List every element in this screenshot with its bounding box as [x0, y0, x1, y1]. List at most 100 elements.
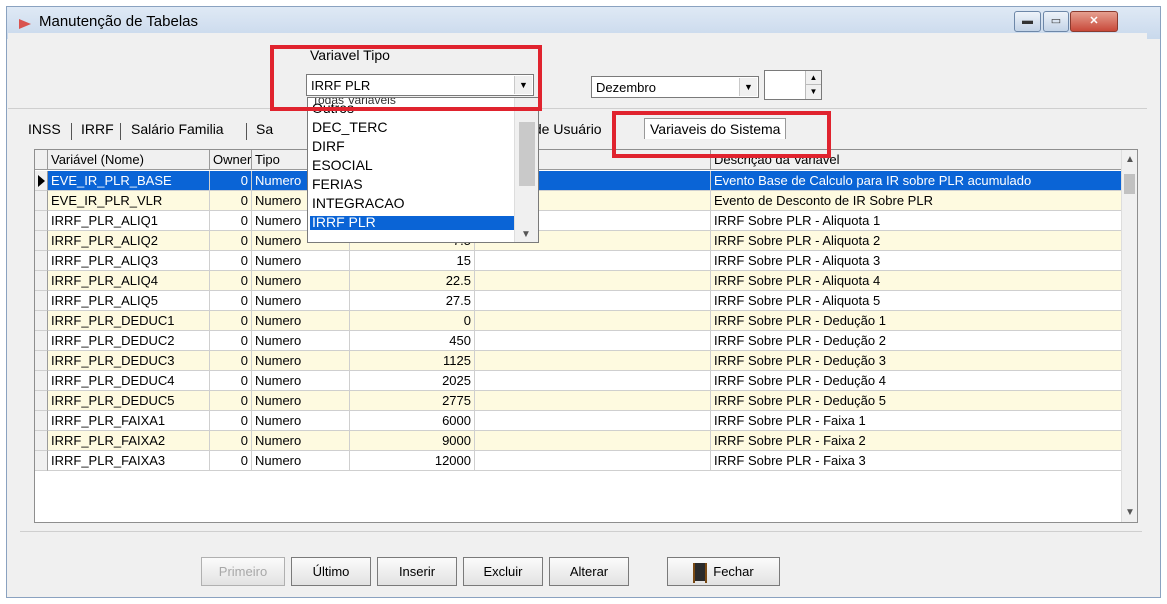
- row-indicator[interactable]: [35, 371, 48, 391]
- cell-tipo[interactable]: Numero: [252, 371, 350, 391]
- dropdown-scrollbar[interactable]: ▼: [514, 98, 538, 242]
- ultimo-button[interactable]: Último: [291, 557, 371, 586]
- cell-valor[interactable]: 6000: [350, 411, 475, 431]
- dropdown-option[interactable]: INTEGRACAO: [310, 196, 516, 211]
- cell-owner[interactable]: 0: [210, 451, 252, 471]
- cell-owner[interactable]: 0: [210, 231, 252, 251]
- row-indicator[interactable]: [35, 391, 48, 411]
- ano-spinner[interactable]: ▲ ▼: [764, 70, 822, 100]
- cell-descricao[interactable]: IRRF Sobre PLR - Dedução 3: [711, 351, 1123, 371]
- cell-nome[interactable]: IRRF_PLR_FAIXA1: [48, 411, 210, 431]
- cell-descricao[interactable]: IRRF Sobre PLR - Aliquota 5: [711, 291, 1123, 311]
- cell-descricao[interactable]: IRRF Sobre PLR - Dedução 2: [711, 331, 1123, 351]
- cell-nome[interactable]: IRRF_PLR_DEDUC5: [48, 391, 210, 411]
- table-row[interactable]: IRRF_PLR_DEDUC5 0 Numero 2775 IRRF Sobre PLR…: [35, 391, 1123, 411]
- cell-tipo[interactable]: Numero: [252, 311, 350, 331]
- scroll-thumb[interactable]: [1124, 174, 1135, 194]
- cell-nome[interactable]: IRRF_PLR_FAIXA3: [48, 451, 210, 471]
- cell-valor[interactable]: 12000: [350, 451, 475, 471]
- alterar-button[interactable]: Alterar: [549, 557, 629, 586]
- table-row[interactable]: IRRF_PLR_DEDUC4 0 Numero 2025 IRRF Sobre PLR…: [35, 371, 1123, 391]
- cell-tipo[interactable]: Numero: [252, 331, 350, 351]
- table-row[interactable]: IRRF_PLR_DEDUC2 0 Numero 450 IRRF Sobre PLR …: [35, 331, 1123, 351]
- cell-nome[interactable]: IRRF_PLR_DEDUC4: [48, 371, 210, 391]
- dropdown-option[interactable]: IRRF PLR: [310, 215, 516, 230]
- cell-blank[interactable]: [475, 431, 711, 451]
- row-indicator[interactable]: [35, 331, 48, 351]
- tab-sa[interactable]: Sa: [256, 121, 273, 137]
- cell-nome[interactable]: EVE_IR_PLR_VLR: [48, 191, 210, 211]
- cell-owner[interactable]: 0: [210, 411, 252, 431]
- fechar-button[interactable]: Fechar: [667, 557, 780, 586]
- scroll-down-icon[interactable]: ▼: [1125, 507, 1135, 518]
- tab-irrf[interactable]: IRRF: [81, 121, 114, 137]
- row-indicator[interactable]: [35, 251, 48, 271]
- table-row[interactable]: IRRF_PLR_FAIXA3 0 Numero 12000 IRRF Sobre PL…: [35, 451, 1123, 471]
- cell-owner[interactable]: 0: [210, 191, 252, 211]
- cell-valor[interactable]: 2025: [350, 371, 475, 391]
- cell-descricao[interactable]: Evento de Desconto de IR Sobre PLR: [711, 191, 1123, 211]
- row-indicator[interactable]: [35, 231, 48, 251]
- table-row[interactable]: IRRF_PLR_FAIXA2 0 Numero 9000 IRRF Sobre PLR…: [35, 431, 1123, 451]
- cell-descricao[interactable]: IRRF Sobre PLR - Aliquota 2: [711, 231, 1123, 251]
- table-row[interactable]: IRRF_PLR_ALIQ4 0 Numero 22.5 IRRF Sobre PLR …: [35, 271, 1123, 291]
- cell-descricao[interactable]: Evento Base de Calculo para IR sobre PLR…: [711, 171, 1123, 191]
- cell-blank[interactable]: [475, 331, 711, 351]
- cell-owner[interactable]: 0: [210, 371, 252, 391]
- cell-nome[interactable]: IRRF_PLR_ALIQ2: [48, 231, 210, 251]
- cell-owner[interactable]: 0: [210, 331, 252, 351]
- cell-nome[interactable]: EVE_IR_PLR_BASE: [48, 171, 210, 191]
- table-row[interactable]: IRRF_PLR_DEDUC1 0 Numero 0 IRRF Sobre PLR - …: [35, 311, 1123, 331]
- cell-blank[interactable]: [475, 251, 711, 271]
- close-window-button[interactable]: ✕: [1070, 11, 1118, 32]
- cell-descricao[interactable]: IRRF Sobre PLR - Dedução 4: [711, 371, 1123, 391]
- cell-owner[interactable]: 0: [210, 271, 252, 291]
- cell-valor[interactable]: 9000: [350, 431, 475, 451]
- cell-descricao[interactable]: IRRF Sobre PLR - Faixa 3: [711, 451, 1123, 471]
- cell-valor[interactable]: 15: [350, 251, 475, 271]
- tab-inss[interactable]: INSS: [28, 121, 61, 137]
- col-header-owner[interactable]: Owner: [210, 150, 252, 170]
- row-indicator[interactable]: [35, 451, 48, 471]
- cell-owner[interactable]: 0: [210, 171, 252, 191]
- cell-valor[interactable]: 22.5: [350, 271, 475, 291]
- cell-owner[interactable]: 0: [210, 211, 252, 231]
- cell-blank[interactable]: [475, 351, 711, 371]
- primeiro-button[interactable]: Primeiro: [201, 557, 285, 586]
- row-indicator[interactable]: [35, 431, 48, 451]
- tab-salario-familia[interactable]: Salário Familia: [131, 121, 224, 137]
- excluir-button[interactable]: Excluir: [463, 557, 543, 586]
- cell-tipo[interactable]: Numero: [252, 351, 350, 371]
- cell-blank[interactable]: [475, 291, 711, 311]
- cell-descricao[interactable]: IRRF Sobre PLR - Aliquota 4: [711, 271, 1123, 291]
- cell-descricao[interactable]: IRRF Sobre PLR - Dedução 5: [711, 391, 1123, 411]
- dropdown-scroll-thumb[interactable]: [519, 122, 535, 186]
- dropdown-scroll-down-icon[interactable]: ▼: [521, 229, 531, 240]
- cell-valor[interactable]: 27.5: [350, 291, 475, 311]
- cell-nome[interactable]: IRRF_PLR_DEDUC3: [48, 351, 210, 371]
- dropdown-option[interactable]: DIRF: [310, 139, 516, 154]
- cell-owner[interactable]: 0: [210, 291, 252, 311]
- row-indicator[interactable]: [35, 311, 48, 331]
- cell-blank[interactable]: [475, 411, 711, 431]
- row-indicator[interactable]: [35, 171, 48, 191]
- table-row[interactable]: EVE_IR_PLR_VLR 0 Numero Evento de Desconto …: [35, 191, 1123, 211]
- cell-nome[interactable]: IRRF_PLR_DEDUC2: [48, 331, 210, 351]
- minimize-button[interactable]: ▬: [1014, 11, 1041, 32]
- table-row[interactable]: IRRF_PLR_FAIXA1 0 Numero 6000 IRRF Sobre PLR…: [35, 411, 1123, 431]
- row-indicator[interactable]: [35, 411, 48, 431]
- dropdown-option[interactable]: FERIAS: [310, 177, 516, 192]
- row-indicator[interactable]: [35, 351, 48, 371]
- variables-grid[interactable]: Variável (Nome) Owner Tipo o Descrição d…: [34, 149, 1138, 523]
- cell-descricao[interactable]: IRRF Sobre PLR - Faixa 2: [711, 431, 1123, 451]
- spin-up-icon[interactable]: ▲: [806, 71, 821, 85]
- cell-descricao[interactable]: IRRF Sobre PLR - Faixa 1: [711, 411, 1123, 431]
- cell-tipo[interactable]: Numero: [252, 391, 350, 411]
- cell-nome[interactable]: IRRF_PLR_ALIQ4: [48, 271, 210, 291]
- inserir-button[interactable]: Inserir: [377, 557, 457, 586]
- col-header-nome[interactable]: Variável (Nome): [48, 150, 210, 170]
- row-indicator[interactable]: [35, 271, 48, 291]
- maximize-button[interactable]: ▭: [1043, 11, 1069, 32]
- cell-owner[interactable]: 0: [210, 431, 252, 451]
- dropdown-option[interactable]: DEC_TERC: [310, 120, 516, 135]
